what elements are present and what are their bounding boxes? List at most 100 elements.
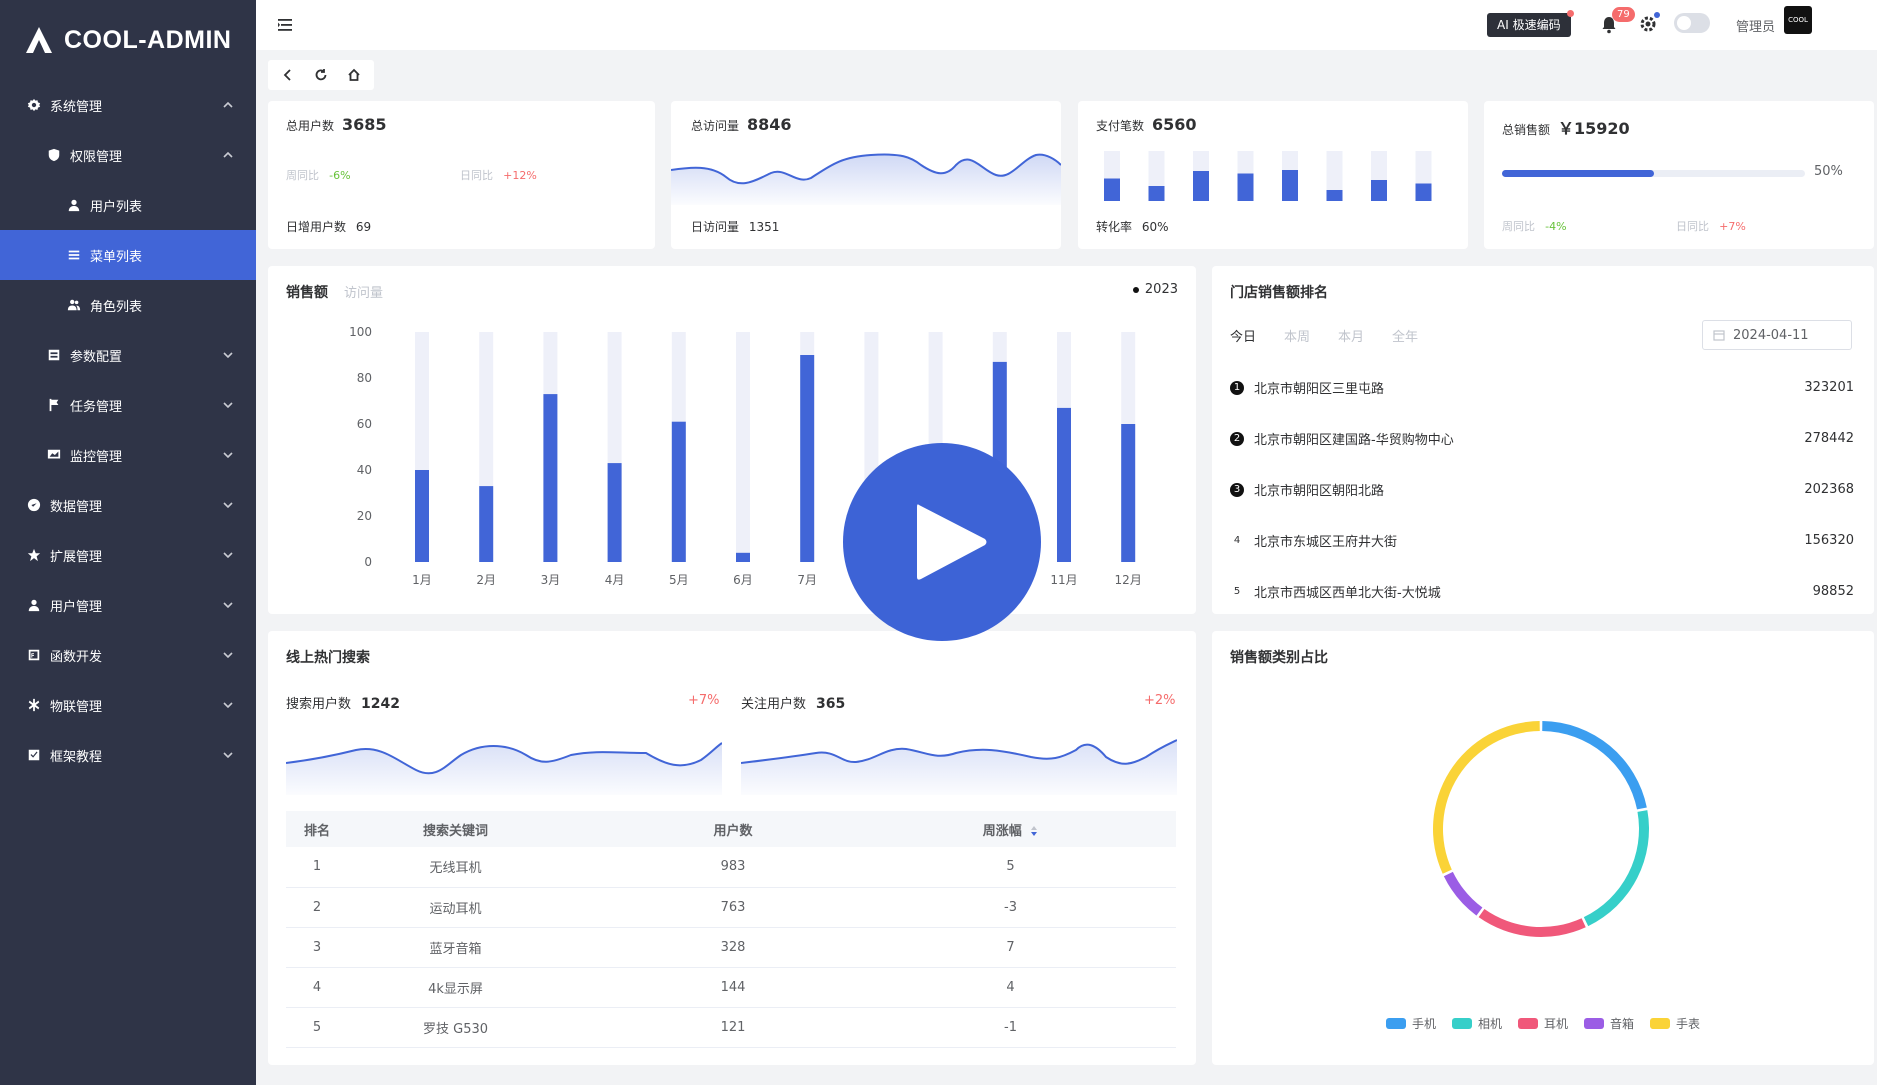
tab-visits[interactable]: 访问量 [344,282,383,302]
notification-badge: 79 [1612,7,1635,22]
sidebar-item-3[interactable]: 菜单列表 [0,230,256,280]
cell-keyword: 蓝牙音箱 [348,927,563,968]
monitor-icon [46,447,62,463]
ranking-row[interactable]: 5 北京市西城区西单北大街-大悦城 98852 [1230,566,1854,617]
sales-bar[interactable] [1121,424,1136,562]
cell-rank: 2 [286,887,348,928]
sales-bar[interactable] [1057,407,1071,562]
menu-toggle-icon[interactable] [276,16,294,34]
cell-rank: 3 [286,927,348,968]
cell-keyword: 运动耳机 [348,887,563,928]
sidebar-item-0[interactable]: 系统管理 [0,80,256,130]
ranking-title: 门店销售额排名 [1230,285,1328,301]
donut-slice[interactable] [1433,721,1540,874]
sidebar-item-label: 用户列表 [90,199,143,215]
year-label[interactable]: 2023 [1145,282,1178,297]
ranking-row[interactable]: 1 北京市朝阳区三里屯路 323201 [1230,362,1854,413]
sales-bar[interactable] [607,463,622,562]
table-row[interactable]: 3 蓝牙音箱 328 7 [286,927,1176,968]
logo-icon [26,27,52,53]
follow-users-sparkline [741,739,1177,795]
store-sales-value: 323201 [1804,380,1854,395]
sales-bar[interactable] [671,421,686,562]
sales-chart-card: 销售额 访问量 2023 0204060801001月2月3月4月5月6月7月8… [268,266,1196,614]
sidebar-item-label: 角色列表 [90,299,143,315]
table-row[interactable]: 4 4k显示屏 144 4 [286,967,1176,1008]
table-row[interactable]: 5 罗技 G530 121 -1 [286,1007,1176,1048]
legend-item[interactable]: 手机 [1385,1015,1436,1032]
sidebar-item-6[interactable]: 任务管理 [0,380,256,430]
store-sales-value: 278442 [1804,431,1854,446]
store-sales-value: 202368 [1804,482,1854,497]
cell-rank: 1 [286,847,348,888]
sidebar-item-11[interactable]: 函数开发 [0,630,256,680]
sales-bar[interactable] [415,470,429,562]
sidebar-item-9[interactable]: 扩展管理 [0,530,256,580]
store-name: 北京市东城区王府井大街 [1254,535,1398,550]
donut-slice[interactable] [1583,810,1649,927]
admin-name[interactable]: 管理员 [1736,16,1775,35]
sidebar-item-5[interactable]: 参数配置 [0,330,256,380]
legend-item[interactable]: 手表 [1650,1015,1700,1032]
sales-bar[interactable] [800,355,815,562]
sidebar-item-8[interactable]: 数据管理 [0,480,256,530]
donut-slice[interactable] [1478,908,1586,937]
tab-year[interactable]: 全年 [1392,326,1418,345]
refresh-icon[interactable] [313,67,329,83]
users-icon [66,297,82,313]
payments-bar-chart [1104,151,1432,201]
tab-month[interactable]: 本月 [1338,326,1364,345]
dark-mode-toggle[interactable] [1674,13,1710,33]
sidebar-item-13[interactable]: 框架教程 [0,730,256,780]
home-icon[interactable] [346,67,362,83]
legend-item[interactable]: 相机 [1451,1015,1502,1032]
table-row[interactable]: 2 运动耳机 763 -3 [286,887,1176,928]
donut-slice[interactable] [1443,871,1483,916]
x-tick-label: 4月 [605,573,625,587]
ranking-list: 1 北京市朝阳区三里屯路 323201 2 北京市朝阳区建国路-华贸购物中心 278442… [1230,362,1854,617]
sales-progress-text: 50% [1814,164,1843,179]
legend-item[interactable]: 耳机 [1517,1015,1568,1032]
col-weekly-change-label: 周涨幅 [982,823,1022,839]
sales-bar[interactable] [736,552,750,562]
ai-code-button[interactable]: AI 极速编码 [1487,10,1574,37]
sidebar-item-7[interactable]: 监控管理 [0,430,256,480]
sales-day-value: +7% [1719,220,1746,233]
sidebar-item-1[interactable]: 权限管理 [0,130,256,180]
col-rank[interactable]: 排名 [286,811,348,847]
col-keyword[interactable]: 搜索关键词 [348,811,563,847]
sales-bar-chart: 0204060801001月2月3月4月5月6月7月8月9月10月11月12月 [349,325,1142,587]
users-week-label: 周同比 [286,169,319,182]
tab-week[interactable]: 本周 [1284,326,1310,345]
book-icon [26,747,42,763]
col-weekly-change[interactable]: 周涨幅 [903,811,1118,847]
tab-today[interactable]: 今日 [1230,326,1256,345]
donut-slice[interactable] [1542,721,1647,810]
sidebar-item-4[interactable]: 角色列表 [0,280,256,330]
x-tick-label: 12月 [1115,573,1142,587]
chevron-up-icon [222,99,234,111]
chevron-down-icon [222,349,234,361]
sort-icon[interactable] [1030,825,1038,837]
ranking-row[interactable]: 3 北京市朝阳区朝阳北路 202368 [1230,464,1854,515]
logo[interactable]: COOL-ADMIN [0,0,256,80]
table-row[interactable]: 1 无线耳机 983 5 [286,847,1176,888]
sales-bar[interactable] [479,486,494,562]
back-icon[interactable] [280,67,296,83]
sales-bar[interactable] [543,394,558,562]
avatar-text: COOL [1788,16,1808,24]
avatar[interactable]: COOL [1784,6,1812,34]
ranking-row[interactable]: 2 北京市朝阳区建国路-华贸购物中心 278442 [1230,413,1854,464]
legend-item[interactable]: 音箱 [1584,1015,1634,1032]
sidebar-item-10[interactable]: 用户管理 [0,580,256,630]
theme-gear-icon[interactable] [1639,15,1657,33]
cell-users: 983 [563,847,903,888]
video-play-button[interactable] [843,443,1041,641]
date-picker[interactable]: 2024-04-11 [1702,320,1852,350]
tab-sales[interactable]: 销售额 [286,282,328,302]
sidebar-item-12[interactable]: 物联管理 [0,680,256,730]
ranking-row[interactable]: 4 北京市东城区王府井大街 156320 [1230,515,1854,566]
calendar-icon [1713,330,1725,341]
sidebar-item-2[interactable]: 用户列表 [0,180,256,230]
col-users[interactable]: 用户数 [563,811,903,847]
